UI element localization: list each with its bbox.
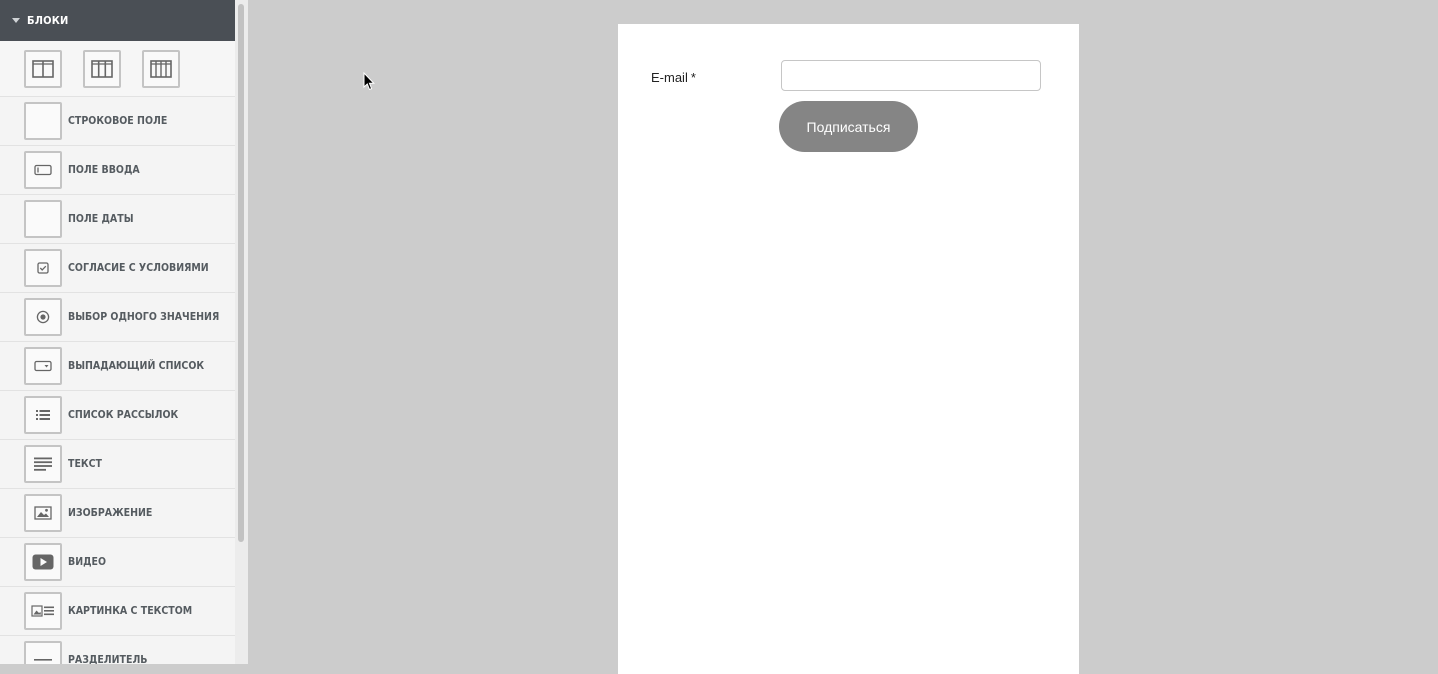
- image-with-text-icon: [24, 592, 62, 630]
- block-item-mailing-list[interactable]: СПИСОК РАССЫЛОК: [0, 391, 235, 440]
- blank-icon: [24, 200, 62, 238]
- form-editor-canvas: E-mail * Подписаться: [248, 0, 1438, 674]
- subscribe-button[interactable]: Подписаться: [779, 101, 918, 152]
- block-item-label: РАЗДЕЛИТЕЛЬ: [68, 654, 148, 664]
- email-field-label: E-mail *: [651, 70, 696, 85]
- collapse-caret-icon: [12, 18, 20, 23]
- sidebar-scrollbar-thumb[interactable]: [238, 4, 244, 542]
- radio-icon: [24, 298, 62, 336]
- column-layouts-row: [0, 41, 235, 97]
- block-item-label: ПОЛЕ ДАТЫ: [68, 213, 134, 225]
- block-item-label: ВЫПАДАЮЩИЙ СПИСОК: [68, 360, 205, 372]
- block-item-terms-agreement[interactable]: СОГЛАСИЕ С УСЛОВИЯМИ: [0, 244, 235, 293]
- block-item-image-with-text[interactable]: КАРТИНКА С ТЕКСТОМ: [0, 587, 235, 636]
- checkbox-icon: [24, 249, 62, 287]
- two-column-layout-button[interactable]: [24, 49, 62, 88]
- four-column-layout-button[interactable]: [142, 49, 180, 88]
- block-item-dropdown-list[interactable]: ВЫПАДАЮЩИЙ СПИСОК: [0, 342, 235, 391]
- block-item-video[interactable]: ВИДЕО: [0, 538, 235, 587]
- block-item-label: СТРОКОВОЕ ПОЛЕ: [68, 115, 168, 127]
- video-play-icon: [24, 543, 62, 581]
- block-item-image[interactable]: ИЗОБРАЖЕНИЕ: [0, 489, 235, 538]
- block-item-label: ВЫБОР ОДНОГО ЗНАЧЕНИЯ: [68, 311, 220, 323]
- input-field-icon: [24, 151, 62, 189]
- three-column-layout-button[interactable]: [83, 49, 121, 88]
- block-item-label: КАРТИНКА С ТЕКСТОМ: [68, 605, 193, 617]
- block-item-label: СПИСОК РАССЫЛОК: [68, 409, 179, 421]
- image-icon: [24, 494, 62, 532]
- block-item-date-field[interactable]: ПОЛЕ ДАТЫ: [0, 195, 235, 244]
- email-label-text: E-mail: [651, 70, 688, 85]
- required-asterisk: *: [690, 70, 696, 85]
- block-item-label: ВИДЕО: [68, 556, 107, 568]
- list-icon: [24, 396, 62, 434]
- sidebar-scrollbar[interactable]: [235, 0, 248, 664]
- blocks-section-header[interactable]: БЛОКИ: [0, 0, 235, 41]
- block-item-input-field[interactable]: ПОЛЕ ВВОДА: [0, 146, 235, 195]
- block-item-label: ИЗОБРАЖЕНИЕ: [68, 507, 153, 519]
- two-column-layout-icon: [32, 59, 54, 78]
- subscription-form-preview: E-mail * Подписаться: [618, 24, 1079, 674]
- block-item-string-field[interactable]: СТРОКОВОЕ ПОЛЕ: [0, 97, 235, 146]
- email-input[interactable]: [781, 60, 1041, 91]
- block-item-label: ПОЛЕ ВВОДА: [68, 164, 140, 176]
- block-item-single-choice[interactable]: ВЫБОР ОДНОГО ЗНАЧЕНИЯ: [0, 293, 235, 342]
- dropdown-icon: [24, 347, 62, 385]
- blocks-section-title: БЛОКИ: [27, 14, 69, 27]
- text-lines-icon: [24, 445, 62, 483]
- divider-icon: [24, 641, 62, 664]
- four-column-layout-icon: [150, 59, 172, 78]
- three-column-layout-icon: [91, 59, 113, 78]
- block-item-label: ТЕКСТ: [68, 458, 102, 470]
- mouse-cursor-icon: [363, 72, 375, 91]
- block-item-label: СОГЛАСИЕ С УСЛОВИЯМИ: [68, 262, 209, 274]
- blocks-sidebar: БЛОКИ СТРОКОВОЕ ПОЛЕ ПОЛЕ ВВОДА ПОЛЕ ДАТ…: [0, 0, 235, 664]
- block-item-text[interactable]: ТЕКСТ: [0, 440, 235, 489]
- blank-icon: [24, 102, 62, 140]
- block-item-divider[interactable]: РАЗДЕЛИТЕЛЬ: [0, 636, 235, 664]
